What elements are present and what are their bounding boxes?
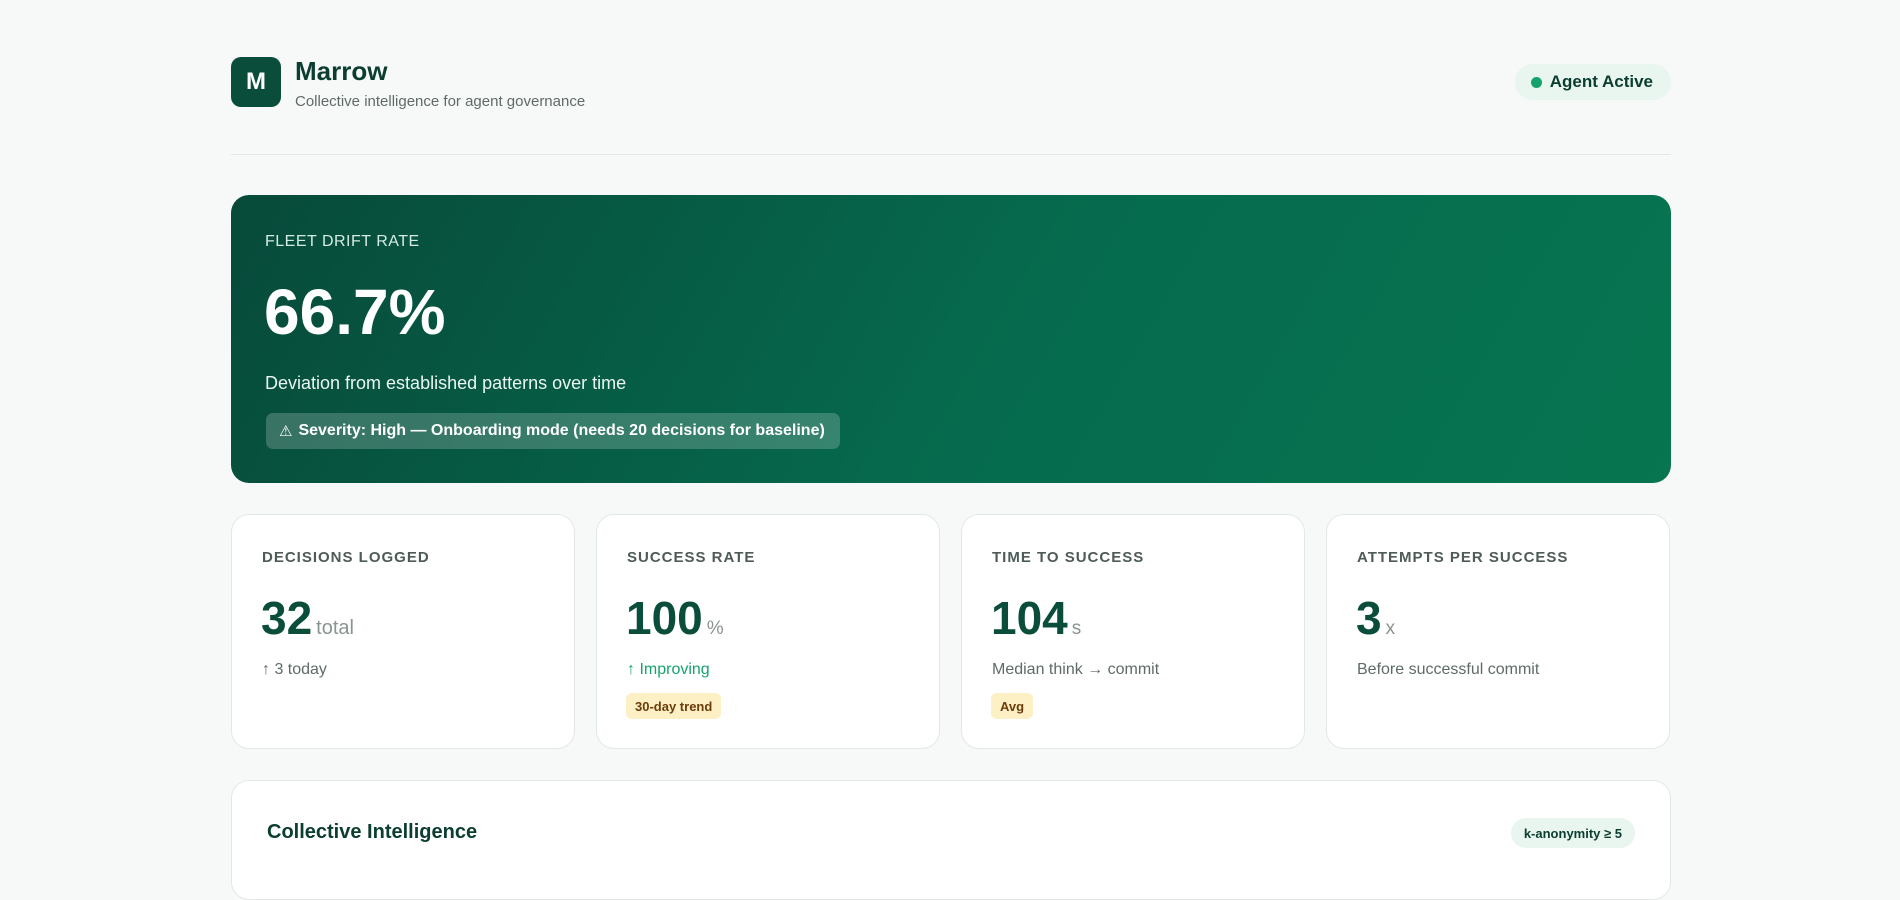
panel-title: Collective Intelligence [267, 821, 478, 843]
fleet-drift-card: FLEET DRIFT RATE 66.7% Deviation from es… [231, 195, 1671, 483]
stat-unit: % [706, 618, 724, 639]
stat-label: TIME TO SUCCESS [992, 549, 1145, 566]
stat-subtext: ↑ Improving [627, 661, 710, 678]
stat-cards: DECISIONS LOGGED 32 total ↑ 3 today SUCC… [231, 514, 1671, 749]
stat-subtext: Median think → commit [992, 661, 1160, 678]
warning-icon: ⚠ [279, 423, 293, 440]
stat-value: 32 [261, 592, 313, 644]
app-subtitle: Collective intelligence for agent govern… [295, 93, 586, 110]
header: M Marrow Collective intelligence for age… [231, 0, 1671, 155]
stat-value-group: 100 % [626, 591, 724, 645]
severity-badge: ⚠ Severity: High — Onboarding mode (need… [266, 413, 840, 449]
agent-status-badge: Agent Active [1514, 64, 1671, 100]
stat-unit: total [316, 617, 354, 639]
stat-label: ATTEMPTS PER SUCCESS [1357, 549, 1569, 566]
stat-value-group: 3 x [1356, 591, 1395, 645]
stat-value: 3 [1356, 592, 1382, 644]
collective-intelligence-panel: Collective Intelligence k-anonymity ≥ 5 [231, 780, 1671, 900]
trend-tag: 30-day trend [626, 693, 722, 719]
status-dot-icon [1530, 76, 1542, 88]
k-anonymity-badge: k-anonymity ≥ 5 [1510, 818, 1635, 848]
stat-value-group: 104 s [991, 591, 1081, 645]
stat-unit: x [1385, 618, 1396, 639]
stat-label: DECISIONS LOGGED [262, 549, 430, 566]
stat-label: SUCCESS RATE [627, 549, 756, 566]
stat-value: 104 [991, 592, 1068, 644]
avg-tag: Avg [991, 693, 1034, 719]
success-rate-card: SUCCESS RATE 100 % ↑ Improving 30-day tr… [596, 514, 940, 749]
fleet-drift-value: 66.7% [264, 276, 446, 348]
time-to-success-card: TIME TO SUCCESS 104 s Median think → com… [961, 514, 1305, 749]
severity-text: Severity: High — Onboarding mode (needs … [298, 422, 825, 439]
fleet-drift-label: FLEET DRIFT RATE [265, 233, 420, 250]
fleet-drift-description: Deviation from established patterns over… [265, 373, 627, 393]
stat-value-group: 32 total [261, 591, 354, 645]
agent-status-label: Agent Active [1549, 72, 1653, 91]
decisions-logged-card: DECISIONS LOGGED 32 total ↑ 3 today [231, 514, 575, 749]
stat-subtext: Before successful commit [1357, 661, 1540, 678]
logo: M [231, 57, 281, 107]
stat-unit: s [1071, 618, 1082, 639]
app-title: Marrow [295, 56, 388, 86]
page: M Marrow Collective intelligence for age… [231, 0, 1671, 900]
stat-subtext: ↑ 3 today [262, 661, 327, 678]
attempts-per-success-card: ATTEMPTS PER SUCCESS 3 x Before successf… [1326, 514, 1670, 749]
stat-value: 100 [626, 592, 703, 644]
